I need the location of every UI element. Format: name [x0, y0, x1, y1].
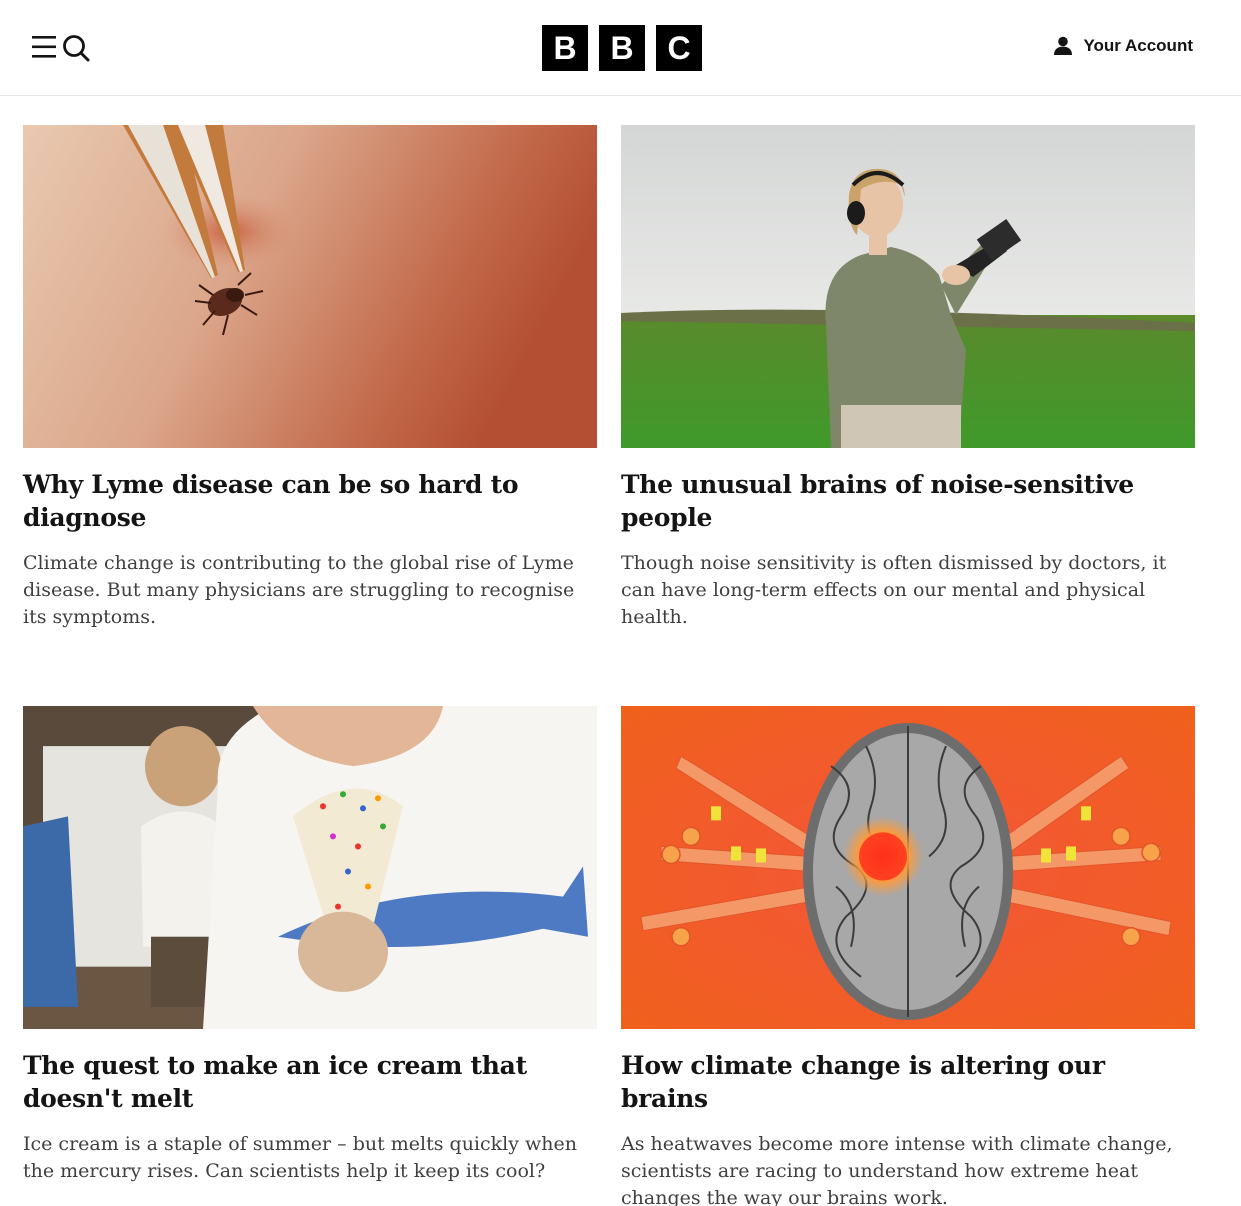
- article-title[interactable]: The unusual brains of noise-sensitive pe…: [621, 468, 1195, 534]
- menu-search-button[interactable]: [32, 32, 92, 64]
- account-label: Your Account: [1083, 36, 1193, 55]
- your-account-link[interactable]: Your Account: [1053, 36, 1193, 56]
- article-image-brain-illustration[interactable]: [621, 706, 1195, 1029]
- article-image-tick-on-skin[interactable]: [23, 125, 597, 448]
- article-title[interactable]: Why Lyme disease can be so hard to diagn…: [23, 468, 597, 534]
- person-icon: [1054, 36, 1073, 55]
- article-card-lyme[interactable]: Why Lyme disease can be so hard to diagn…: [23, 125, 597, 631]
- article-summary: Ice cream is a staple of summer – but me…: [23, 1133, 577, 1182]
- article-title[interactable]: How climate change is altering our brain…: [621, 1049, 1195, 1115]
- search-icon: [63, 35, 90, 62]
- article-summary: Climate change is contributing to the gl…: [23, 552, 575, 628]
- logo-letter-c: C: [656, 25, 702, 71]
- bbc-logo[interactable]: B B C: [542, 25, 702, 71]
- article-card-climate-brains[interactable]: How climate change is altering our brain…: [621, 706, 1195, 1206]
- article-summary: As heatwaves become more intense with cl…: [621, 1133, 1173, 1206]
- article-image-child-ice-cream[interactable]: [23, 706, 597, 1029]
- menu-icon: [32, 36, 56, 58]
- logo-letter-b1: B: [542, 25, 588, 71]
- article-card-ice-cream[interactable]: The quest to make an ice cream that does…: [23, 706, 597, 1185]
- article-image-woman-recording[interactable]: [621, 125, 1195, 448]
- article-summary: Though noise sensitivity is often dismis…: [621, 552, 1167, 628]
- article-card-noise-sensitive[interactable]: The unusual brains of noise-sensitive pe…: [621, 125, 1195, 631]
- logo-letter-b2: B: [599, 25, 645, 71]
- article-title[interactable]: The quest to make an ice cream that does…: [23, 1049, 597, 1115]
- site-header: B B C Your Account: [0, 0, 1241, 96]
